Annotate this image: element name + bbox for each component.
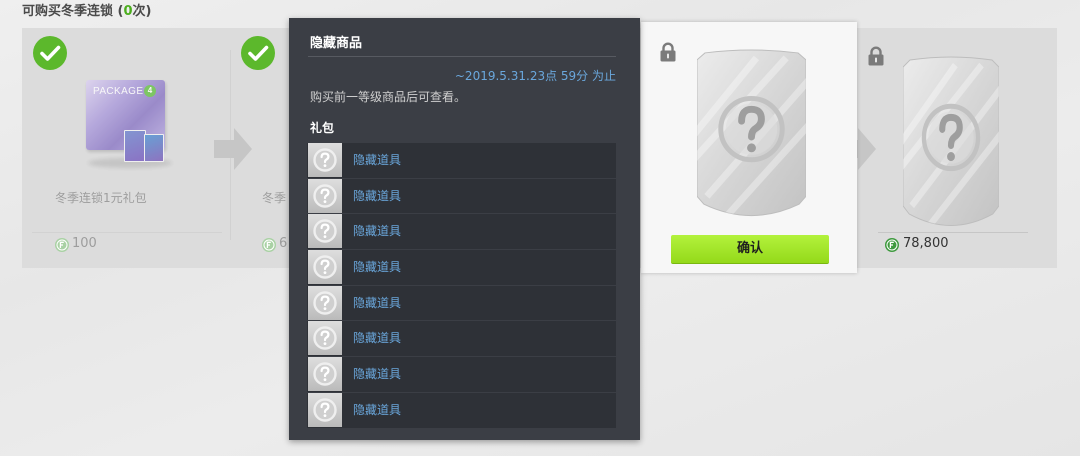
purchase-count-suffix: 次) xyxy=(132,4,152,19)
card-price: 6 xyxy=(279,236,288,251)
card-price: 100 xyxy=(72,236,97,251)
question-icon xyxy=(308,214,342,249)
list-item: 隐藏道具 xyxy=(307,321,616,358)
item-label: 隐藏道具 xyxy=(353,153,402,167)
package-badge: 4 xyxy=(144,85,156,97)
hidden-card-icon xyxy=(903,55,999,232)
list-item: 隐藏道具 xyxy=(307,285,616,322)
package-label: PACKAGE xyxy=(93,86,144,97)
question-icon xyxy=(308,392,342,427)
check-icon xyxy=(241,36,275,70)
list-item: 隐藏道具 xyxy=(307,357,616,393)
question-icon xyxy=(308,285,342,320)
question-icon xyxy=(308,250,342,285)
price-divider xyxy=(878,232,1028,233)
item-label: 隐藏道具 xyxy=(353,224,402,239)
card-name: 冬季 xyxy=(262,191,287,205)
question-icon xyxy=(308,357,342,392)
hidden-card-icon xyxy=(697,48,806,222)
question-icon xyxy=(308,178,342,213)
package-mini-box xyxy=(144,134,164,162)
item-label: 隐藏道具 xyxy=(353,295,402,310)
price-divider xyxy=(32,232,222,233)
check-icon xyxy=(33,36,67,70)
package-mini-box xyxy=(124,130,146,162)
chain-card-3[interactable]: 确认 xyxy=(641,22,857,273)
item-label: 隐藏道具 xyxy=(353,331,402,346)
chain-card-4[interactable]: 78,800 xyxy=(858,28,1057,268)
coin-icon xyxy=(55,238,69,252)
purchase-count-value: 0 xyxy=(123,4,133,19)
package-image: PACKAGE 4 xyxy=(82,78,174,172)
list-item: 隐藏道具 xyxy=(307,143,616,179)
hidden-items-tooltip: 隐藏商品 ~2019.5.31.23点 59分 为止 购买前一等级商品后可查看。… xyxy=(289,18,640,440)
list-item: 隐藏道具 xyxy=(307,214,616,251)
card-name: 冬季连锁1元礼包 xyxy=(55,191,147,205)
card-price: 78,800 xyxy=(903,236,949,251)
item-label: 隐藏道具 xyxy=(353,402,402,417)
hidden-item-list: 隐藏道具 隐藏道具 隐藏道具 隐藏道具 隐藏道具 隐藏道具 隐藏道具 隐藏道具 xyxy=(307,143,616,429)
coin-icon xyxy=(262,238,276,252)
lock-icon xyxy=(659,42,677,62)
title-divider xyxy=(308,56,616,57)
question-icon xyxy=(308,321,342,356)
chain-card-1[interactable]: PACKAGE 4 冬季连锁1元礼包 100 xyxy=(22,28,230,268)
lock-icon xyxy=(867,46,885,66)
list-item: 隐藏道具 xyxy=(307,392,616,429)
confirm-button[interactable]: 确认 xyxy=(671,235,829,264)
question-icon xyxy=(308,143,342,177)
item-label: 隐藏道具 xyxy=(353,260,402,275)
purchase-count-prefix: 可购买冬季连锁 ( xyxy=(22,4,124,19)
deadline-text: ~2019.5.31.23点 59分 为止 xyxy=(454,69,616,83)
unlock-note: 购买前一等级商品后可查看。 xyxy=(310,90,467,104)
item-label: 隐藏道具 xyxy=(353,188,402,203)
purchase-count-label: 可购买冬季连锁 (0次) xyxy=(22,4,151,20)
section-label: 礼包 xyxy=(310,121,335,135)
list-item: 隐藏道具 xyxy=(307,250,616,286)
item-label: 隐藏道具 xyxy=(353,367,402,382)
list-item: 隐藏道具 xyxy=(307,178,616,215)
tooltip-title: 隐藏商品 xyxy=(310,36,363,51)
coin-icon xyxy=(885,238,899,252)
